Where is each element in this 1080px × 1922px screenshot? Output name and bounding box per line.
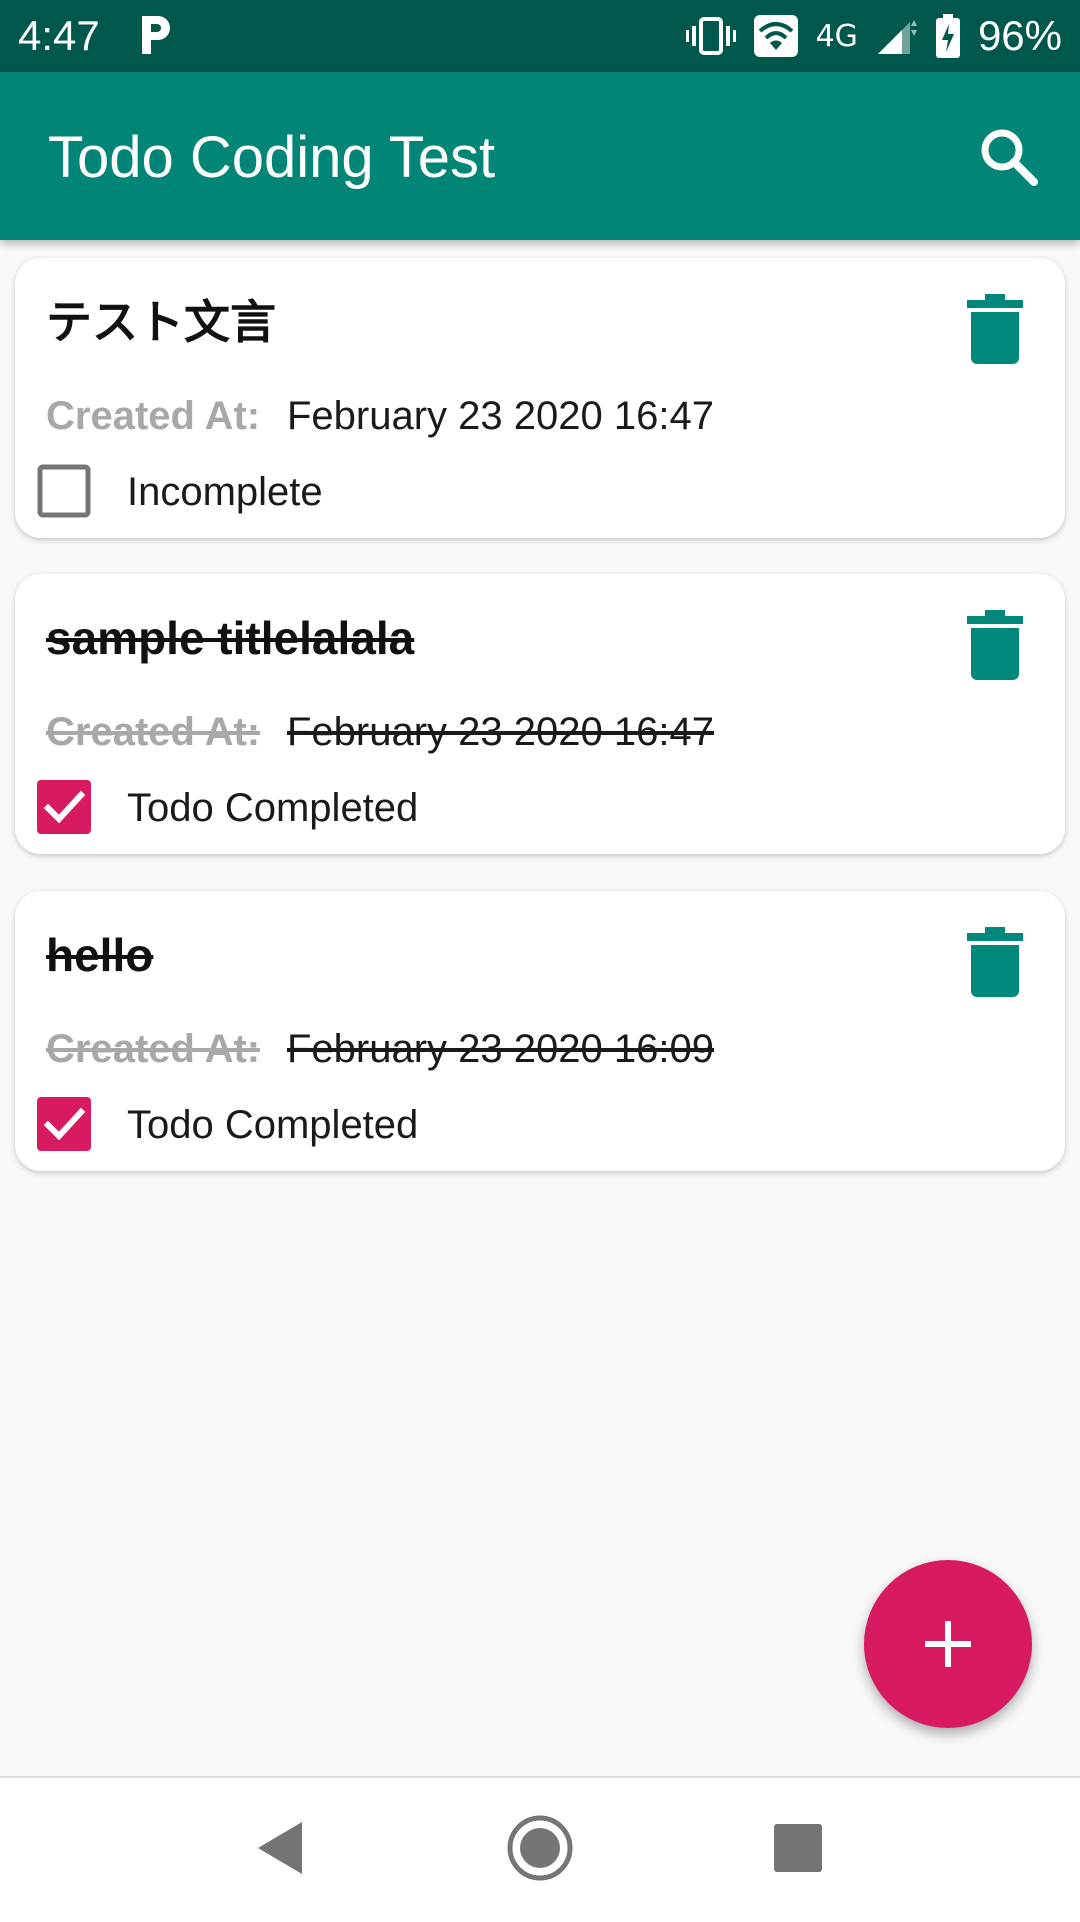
todo-title: hello — [46, 929, 154, 981]
app-bar: Todo Coding Test — [0, 72, 1080, 240]
parking-app-icon — [142, 16, 170, 54]
created-at-label: Created At: — [46, 394, 261, 438]
plus-icon — [925, 1621, 971, 1667]
battery-charging-icon — [935, 14, 960, 58]
todo-checkbox[interactable] — [37, 780, 91, 834]
status-bar: 4:47 4G 96% — [0, 0, 1080, 72]
recents-icon[interactable] — [758, 1808, 838, 1888]
created-at-value: February 23 2020 16:47 — [287, 710, 714, 754]
search-icon[interactable] — [976, 124, 1040, 188]
todo-status: Todo Completed — [127, 1103, 419, 1147]
status-icons: 4G 96% — [685, 10, 1062, 62]
vibrate-icon — [685, 17, 736, 55]
created-at-value: February 23 2020 16:09 — [287, 1027, 714, 1071]
todo-status: Incomplete — [127, 470, 323, 514]
todo-checkbox[interactable] — [37, 1097, 91, 1151]
todo-title: テスト文言 — [46, 296, 276, 348]
todo-status: Todo Completed — [127, 786, 419, 830]
home-icon[interactable] — [500, 1808, 580, 1888]
todo-checkbox[interactable] — [37, 464, 91, 518]
todo-card[interactable]: テスト文言 Created At: February 23 2020 16:47… — [15, 258, 1065, 538]
delete-icon[interactable] — [965, 610, 1025, 680]
status-time: 4:47 — [18, 12, 100, 59]
todo-title: sample titlelalala — [46, 612, 415, 664]
add-todo-button[interactable] — [864, 1560, 1032, 1728]
todo-card[interactable]: hello Created At: February 23 2020 16:09… — [15, 891, 1065, 1171]
network-type: 4G — [815, 18, 858, 54]
created-at-value: February 23 2020 16:47 — [287, 394, 714, 438]
created-at-label: Created At: — [46, 710, 261, 754]
todo-card[interactable]: sample titlelalala Created At: February … — [15, 574, 1065, 854]
delete-icon[interactable] — [965, 927, 1025, 997]
back-icon[interactable] — [240, 1808, 320, 1888]
navigation-bar — [0, 1776, 1080, 1922]
app-title: Todo Coding Test — [48, 125, 496, 190]
created-at-label: Created At: — [46, 1027, 261, 1071]
wifi-icon — [753, 15, 798, 57]
battery-percent: 96% — [977, 12, 1062, 59]
signal-icon — [877, 20, 917, 54]
delete-icon[interactable] — [965, 294, 1025, 364]
